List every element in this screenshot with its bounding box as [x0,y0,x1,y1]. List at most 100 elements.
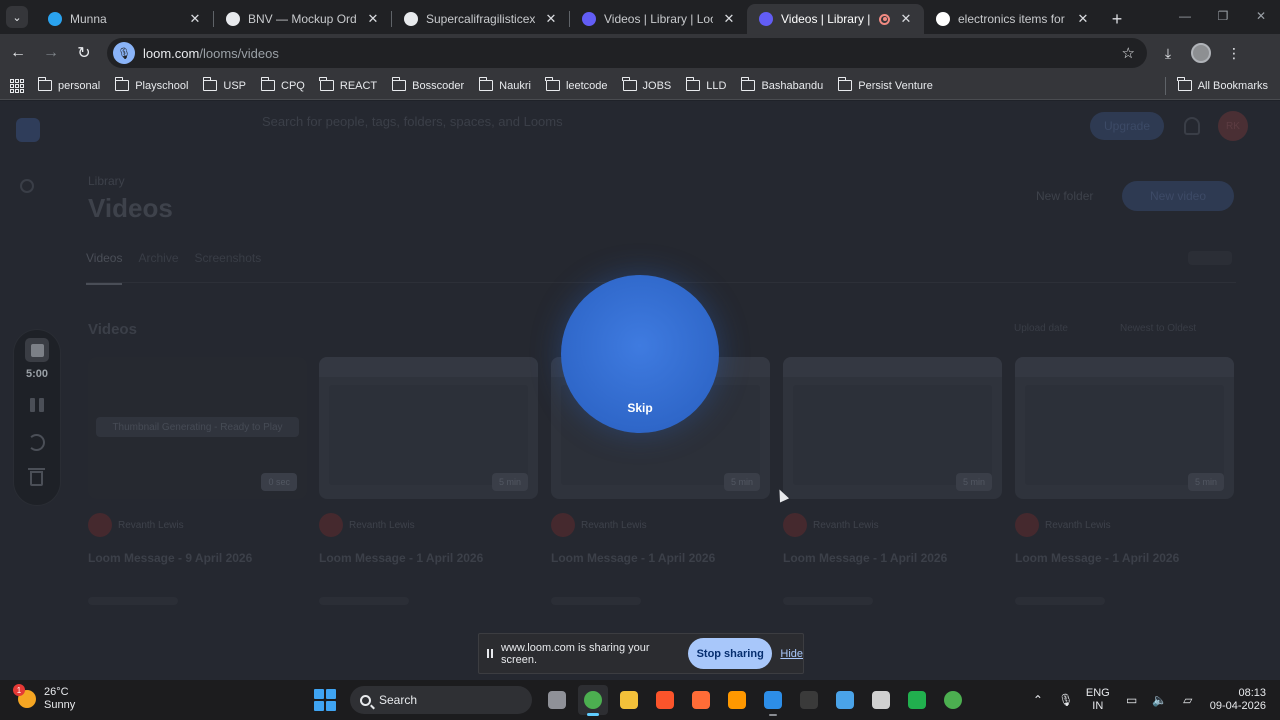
hide-share-bar-link[interactable]: Hide [780,648,803,660]
bookmark-folder[interactable]: Bashabandu [740,77,823,92]
browser-tab[interactable]: Videos | Library | Loom ✕ [747,4,924,34]
sidebar-home-icon[interactable] [20,179,34,193]
trash-icon[interactable] [28,468,45,486]
microphone-icon[interactable]: 🎙 [113,42,135,64]
tab-archive[interactable]: Archive [138,251,178,285]
stop-sharing-button[interactable]: Stop sharing [687,638,773,669]
volume-icon[interactable]: 🔈 [1150,693,1170,707]
apps-grid-icon[interactable] [10,78,24,93]
pause-icon[interactable] [30,398,44,412]
close-window-icon[interactable]: ✕ [1242,0,1280,32]
bookmark-folder[interactable]: Playschool [114,77,188,92]
close-tab-icon[interactable]: ✕ [543,11,559,27]
sort-field-dropdown[interactable]: Upload date [1014,323,1068,334]
bookmark-folder[interactable]: Bosscoder [391,77,464,92]
breadcrumb[interactable]: Library [88,174,125,188]
brave-app-icon[interactable] [650,685,680,715]
video-thumbnail[interactable]: 5 min [1015,357,1234,499]
chrome-profile-app-icon[interactable] [938,685,968,715]
browser-tab[interactable]: electronics items for shopp ✕ [924,4,1101,34]
browser-tab[interactable]: Videos | Library | Loom ✕ [570,4,747,34]
new-video-button[interactable]: New video [1122,181,1234,211]
weather-widget[interactable]: 1 26°C Sunny [13,684,75,712]
close-tab-icon[interactable]: ✕ [187,11,203,27]
postman-app-icon[interactable] [686,685,716,715]
maximize-icon[interactable]: ❐ [1204,0,1242,32]
bookmark-folder[interactable]: personal [37,77,100,92]
bookmark-folder[interactable]: leetcode [545,77,608,92]
video-title[interactable]: Loom Message - 1 April 2026 [551,551,770,565]
pinned-apps [542,685,968,716]
close-tab-icon[interactable]: ✕ [365,11,381,27]
upgrade-button[interactable]: Upgrade [1090,112,1164,140]
address-bar[interactable]: 🎙 loom.com/looms/videos ☆ [107,38,1147,68]
menu-kebab-icon[interactable]: ⋮ [1223,42,1245,64]
profile-avatar[interactable] [1191,43,1211,63]
sublime-app-icon[interactable] [722,685,752,715]
forward-button[interactable]: → [36,38,66,68]
back-button[interactable]: ← [3,38,33,68]
notifications-bell-icon[interactable] [1184,117,1200,135]
network-icon[interactable]: ▭ [1122,693,1142,707]
new-tab-button[interactable]: + [1103,6,1131,32]
download-icon[interactable]: ⤓ [1157,42,1179,64]
close-tab-icon[interactable]: ✕ [721,11,737,27]
chevron-up-icon[interactable]: ⌃ [1028,693,1048,707]
video-thumbnail[interactable]: 5 min [783,357,1002,499]
all-bookmarks-button[interactable]: All Bookmarks [1177,77,1268,92]
chrome-app-icon[interactable] [578,685,608,716]
reload-button[interactable]: ↻ [69,38,99,68]
browser-tab[interactable]: Munna ✕ [36,4,213,34]
loom-search-input[interactable]: Search for people, tags, folders, spaces… [262,114,642,136]
user-avatar[interactable]: RK [1218,111,1248,141]
bookmark-folder[interactable]: Naukri [478,77,531,92]
skip-label: Skip [627,401,653,415]
recording-timer: 5:00 [25,368,49,380]
close-tab-icon[interactable]: ✕ [1075,11,1091,27]
video-title[interactable]: Loom Message - 9 April 2026 [88,551,307,565]
battery-icon[interactable]: ▱ [1178,693,1198,707]
vscode-app-icon[interactable] [758,685,788,716]
bookmark-star-icon[interactable]: ☆ [1122,44,1135,62]
restart-icon[interactable] [28,434,45,451]
microphone-tray-icon[interactable]: 🎙 [1056,693,1076,707]
video-thumbnail[interactable]: Thumbnail Generating - Ready to Play 0 se… [88,357,307,499]
language-indicator[interactable]: ENG IN [1086,687,1110,713]
minimize-icon[interactable]: — [1166,0,1204,32]
github-desktop-app-icon[interactable] [866,685,896,715]
new-folder-button[interactable]: New folder [1036,189,1093,203]
stop-recording-button[interactable] [25,338,49,362]
video-card[interactable]: 5 min Revanth Lewis Loom Message - 1 April… [783,357,1002,605]
bookmark-folder[interactable]: LLD [685,77,726,92]
loom-logo[interactable] [16,118,40,142]
terminal-app-icon[interactable] [794,685,824,715]
bookmark-folder[interactable]: USP [202,77,246,92]
video-card[interactable]: 5 min Revanth Lewis Loom Message - 1 April… [319,357,538,605]
video-card[interactable]: 5 min Revanth Lewis Loom Message - 1 April… [1015,357,1234,605]
browser-tab[interactable]: Supercalifragilisticexpialido ✕ [392,4,569,34]
close-tab-icon[interactable]: ✕ [898,11,914,27]
tab-screenshots[interactable]: Screenshots [195,251,262,285]
notepad-app-icon[interactable] [830,685,860,715]
video-title[interactable]: Loom Message - 1 April 2026 [783,551,1002,565]
video-card[interactable]: Thumbnail Generating - Ready to Play 0 se… [88,357,307,605]
tab-search-button[interactable]: ⌄ [6,6,28,28]
video-thumbnail[interactable]: 5 min [319,357,538,499]
windows-start-icon[interactable] [314,689,336,711]
browser-tab[interactable]: BNV — Mockup Ordering S ✕ [214,4,391,34]
sort-order-dropdown[interactable]: Newest to Oldest [1120,323,1196,334]
countdown-skip-button[interactable]: Skip [561,275,719,433]
bookmark-folder[interactable]: CPQ [260,77,305,92]
bookmark-folder[interactable]: JOBS [622,77,671,92]
tab-videos[interactable]: Videos [86,251,123,285]
file-explorer-app-icon[interactable] [614,685,644,715]
task-view-app-icon[interactable] [542,685,572,715]
video-title[interactable]: Loom Message - 1 April 2026 [1015,551,1234,565]
taskbar-search[interactable]: Search [350,686,532,714]
clock[interactable]: 08:13 09-04-2026 [1210,687,1266,713]
bookmark-folder[interactable]: Persist Venture [837,77,933,92]
mongodb-compass-app-icon[interactable] [902,685,932,715]
bookmark-folder[interactable]: REACT [319,77,377,92]
view-toggle[interactable] [1188,251,1232,265]
video-title[interactable]: Loom Message - 1 April 2026 [319,551,538,565]
